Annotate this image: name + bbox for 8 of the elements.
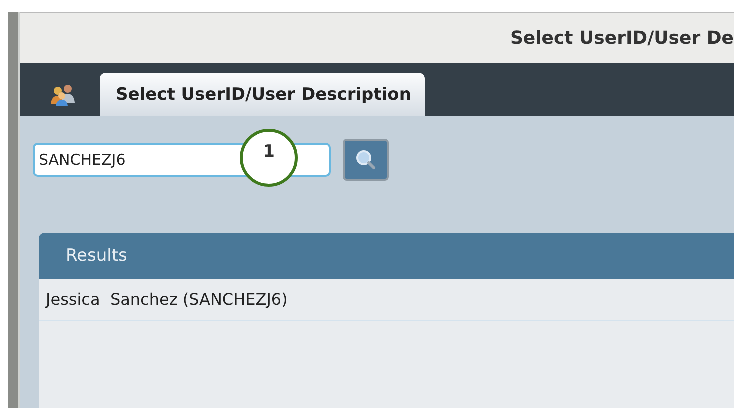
window-title: Select UserID/User De: [510, 28, 734, 48]
step-callout-tooltip: 1: [240, 129, 298, 187]
panel-title: Results: [66, 246, 128, 266]
result-row[interactable]: Jessica Sanchez (SANCHEZJ6): [39, 279, 734, 321]
search-icon: [355, 149, 377, 171]
users-icon: [50, 84, 76, 106]
tab[interactable]: Select UserID/User Description: [100, 73, 426, 116]
search-button[interactable]: [343, 139, 389, 181]
